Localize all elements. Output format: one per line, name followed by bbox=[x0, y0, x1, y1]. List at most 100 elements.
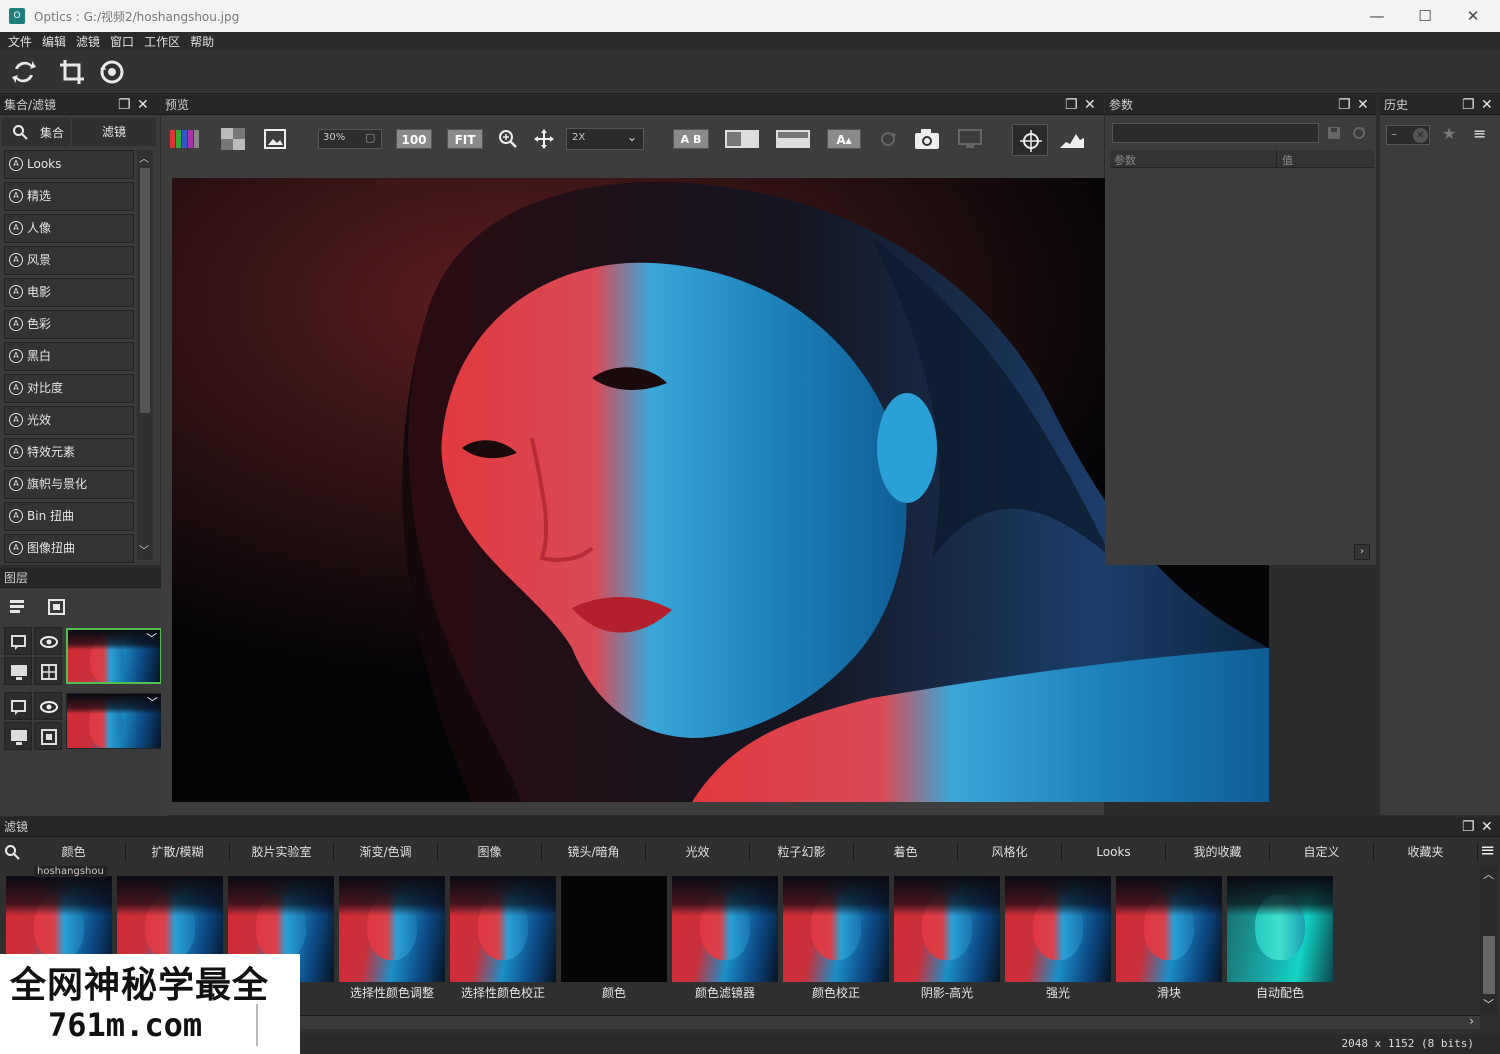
menu-window[interactable]: 窗口 bbox=[110, 33, 134, 50]
save-preset-icon[interactable] bbox=[1326, 125, 1342, 141]
scroll-down-icon[interactable]: ﹀ bbox=[1483, 996, 1494, 1012]
gallery-tab[interactable]: 我的收藏 bbox=[1166, 843, 1270, 861]
layer-2-visibility-icon[interactable] bbox=[34, 692, 62, 720]
gallery-tab[interactable]: 收藏夹 bbox=[1374, 843, 1478, 861]
maximize-button[interactable]: ☐ bbox=[1402, 0, 1448, 32]
tab-filters[interactable]: 滤镜 bbox=[72, 118, 156, 146]
text-overlay-button[interactable]: A▴ bbox=[827, 129, 861, 149]
filter-thumbnail[interactable] bbox=[1227, 876, 1333, 982]
filter-category-item[interactable]: A 特效元素 bbox=[4, 438, 134, 467]
scroll-up-icon[interactable]: ︿ bbox=[139, 150, 149, 165]
layer-2-mask-icon[interactable] bbox=[34, 722, 62, 750]
scroll-up-icon[interactable]: ︿ bbox=[1483, 866, 1494, 882]
menu-file[interactable]: 文件 bbox=[8, 33, 32, 50]
zoom-input[interactable]: 30% ▢ bbox=[318, 129, 382, 149]
layer-1-mask-icon[interactable] bbox=[34, 657, 62, 685]
close-panel-icon[interactable]: ✕ bbox=[137, 97, 149, 113]
gallery-tab[interactable]: 图像 bbox=[438, 843, 542, 861]
float-panel-icon[interactable]: ❐ bbox=[1065, 97, 1078, 113]
filter-thumbnail[interactable] bbox=[450, 876, 556, 982]
close-panel-icon[interactable]: ✕ bbox=[1481, 97, 1493, 113]
gallery-tab[interactable]: 扩散/模糊 bbox=[126, 843, 230, 861]
preset-name-input[interactable] bbox=[1112, 123, 1319, 143]
split-horizontal-icon[interactable] bbox=[775, 128, 811, 150]
gallery-tab[interactable]: 着色 bbox=[854, 843, 958, 861]
layer-1-visibility-icon[interactable] bbox=[34, 627, 62, 655]
close-panel-icon[interactable]: ✕ bbox=[1084, 97, 1096, 113]
gallery-tab[interactable]: 颜色 bbox=[22, 843, 126, 861]
zoom-100-button[interactable]: 100 bbox=[396, 129, 432, 149]
gallery-horizontal-scrollbar[interactable]: › bbox=[300, 1014, 1480, 1029]
filter-category-item[interactable]: A 对比度 bbox=[4, 374, 134, 403]
gallery-vertical-scrollbar[interactable]: ︿ ﹀ bbox=[1480, 866, 1498, 1014]
menu-filter[interactable]: 滤镜 bbox=[76, 33, 100, 50]
color-channels-icon[interactable] bbox=[168, 128, 202, 150]
scroll-right-icon[interactable]: › bbox=[1469, 1014, 1474, 1028]
menu-help[interactable]: 帮助 bbox=[190, 33, 214, 50]
layer-1-monitor-icon[interactable] bbox=[4, 657, 32, 685]
gallery-menu-icon[interactable]: ≡ bbox=[1480, 840, 1495, 861]
zoom-icon[interactable] bbox=[497, 128, 519, 150]
gallery-tab[interactable]: 粒子幻影 bbox=[750, 843, 854, 861]
float-panel-icon[interactable]: ❐ bbox=[1338, 97, 1351, 113]
zoom-fit-button[interactable]: FIT bbox=[447, 129, 483, 149]
filter-category-item[interactable]: A 光效 bbox=[4, 406, 134, 435]
filter-category-item[interactable]: A 人像 bbox=[4, 214, 134, 243]
filter-category-item[interactable]: A 图像扭曲 bbox=[4, 534, 134, 563]
camera-icon[interactable] bbox=[913, 128, 941, 150]
gallery-tab[interactable]: Looks bbox=[1062, 843, 1166, 861]
scrollbar-thumb[interactable] bbox=[140, 168, 150, 413]
layer-2-comment-icon[interactable] bbox=[4, 692, 32, 720]
sync-icon[interactable] bbox=[877, 128, 899, 150]
monitor-preview-icon[interactable] bbox=[956, 128, 984, 150]
gallery-tab[interactable]: 镜头/暗角 bbox=[542, 843, 646, 861]
gallery-tab[interactable]: 胶片实验室 bbox=[230, 843, 334, 861]
float-panel-icon[interactable]: ❐ bbox=[118, 97, 131, 113]
layers-stack-icon[interactable] bbox=[8, 598, 28, 616]
gallery-tab[interactable]: 风格化 bbox=[958, 843, 1062, 861]
close-panel-icon[interactable]: ✕ bbox=[1357, 97, 1369, 113]
refresh-icon[interactable] bbox=[9, 57, 39, 87]
focus-point-button[interactable] bbox=[1012, 124, 1048, 156]
ab-compare-button[interactable]: A B bbox=[673, 129, 709, 149]
layer-2-thumbnail[interactable]: ﹀ bbox=[66, 693, 162, 749]
clear-icon[interactable]: ✕ bbox=[1413, 128, 1428, 143]
filter-thumbnail[interactable] bbox=[1005, 876, 1111, 982]
pan-icon[interactable] bbox=[533, 128, 555, 150]
filter-thumbnail[interactable] bbox=[561, 876, 667, 982]
float-panel-icon[interactable]: ❐ bbox=[1462, 819, 1475, 835]
filter-category-item[interactable]: A 旗帜与景化 bbox=[4, 470, 134, 499]
scroll-down-icon[interactable]: ﹀ bbox=[139, 542, 149, 557]
reset-preset-icon[interactable] bbox=[1351, 125, 1367, 141]
minimize-button[interactable]: — bbox=[1354, 0, 1400, 32]
layer-1-thumbnail[interactable]: ﹀ bbox=[66, 628, 162, 684]
float-panel-icon[interactable]: ❐ bbox=[1462, 97, 1475, 113]
image-view-icon[interactable] bbox=[263, 128, 287, 150]
rotate-icon[interactable] bbox=[97, 57, 127, 87]
scrollbar-thumb[interactable] bbox=[1483, 936, 1495, 994]
gallery-tab[interactable]: 自定义 bbox=[1270, 843, 1374, 861]
zoom-spinner-icon[interactable]: ▢ bbox=[365, 131, 375, 144]
filter-category-item[interactable]: A 电影 bbox=[4, 278, 134, 307]
transparency-grid-icon[interactable] bbox=[220, 128, 246, 150]
crop-icon[interactable] bbox=[57, 57, 87, 87]
layer-2-monitor-icon[interactable] bbox=[4, 722, 32, 750]
filter-category-item[interactable]: A 黑白 bbox=[4, 342, 134, 371]
gallery-search-icon[interactable] bbox=[4, 844, 20, 860]
filter-thumbnail[interactable] bbox=[783, 876, 889, 982]
layer-1-comment-icon[interactable] bbox=[4, 627, 32, 655]
filter-category-item[interactable]: A Looks bbox=[4, 150, 134, 179]
gallery-tab[interactable]: 光效 bbox=[646, 843, 750, 861]
close-window-button[interactable]: ✕ bbox=[1450, 0, 1496, 32]
menu-edit[interactable]: 编辑 bbox=[42, 33, 66, 50]
menu-workspace[interactable]: 工作区 bbox=[144, 33, 180, 50]
layer-2-dropdown-icon[interactable]: ﹀ bbox=[147, 694, 158, 710]
gallery-tab[interactable]: 渐变/色调 bbox=[334, 843, 438, 861]
filter-thumbnail[interactable] bbox=[339, 876, 445, 982]
filter-category-item[interactable]: A 色彩 bbox=[4, 310, 134, 339]
filter-thumbnail[interactable] bbox=[1116, 876, 1222, 982]
tab-collections[interactable]: 集合 bbox=[2, 118, 70, 146]
split-vertical-icon[interactable] bbox=[724, 128, 760, 150]
filter-category-item[interactable]: A Bin 扭曲 bbox=[4, 502, 134, 531]
filter-category-item[interactable]: A 风景 bbox=[4, 246, 134, 275]
